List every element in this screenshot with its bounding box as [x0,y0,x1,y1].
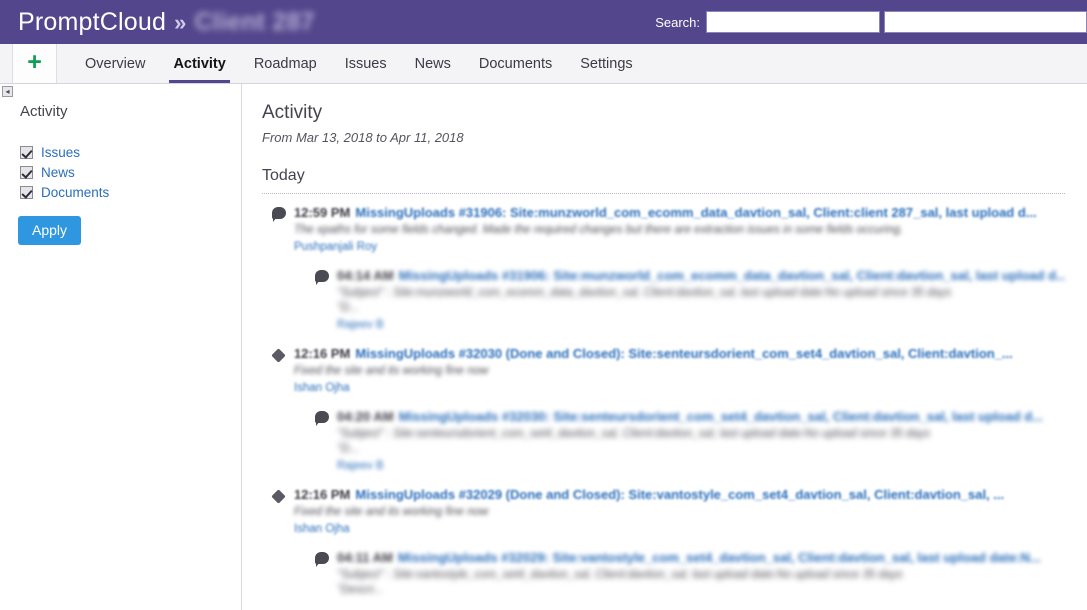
filter-label[interactable]: Documents [41,185,109,200]
entry-time: 12:59 PM [294,205,351,220]
filter-row: News [20,162,241,182]
tab-settings[interactable]: Settings [566,44,646,83]
entry-description: Fixed the site and its working fine now [294,365,489,377]
entry-description-continued: "D... [337,443,359,455]
date-range-label: From Mar 13, 2018 to Apr 11, 2018 [262,130,464,145]
comment-icon [315,552,329,567]
entry-header: 04:14 AM MissingUploads #31906: Site:munz… [337,267,1065,284]
entry-header: 12:16 PM MissingUploads #32030 (Done and … [294,345,1065,362]
entry-author-link[interactable]: Ishan Ojha [294,522,1065,537]
comment-icon [315,411,329,426]
issue-icon [271,348,286,363]
activity-entry: 04:14 AM MissingUploads #31906: Site:munz… [262,267,1065,333]
entry-header: 04:11 AM MissingUploads #32029: Site:vant… [337,549,1065,566]
entry-title-link[interactable]: MissingUploads #31906: Site:munzworld_co… [355,205,1036,220]
entry-time: 12:16 PM [294,346,351,361]
activity-entry: 12:16 PM MissingUploads #32030 (Done and … [262,345,1065,396]
top-header-bar: PromptCloud » Client 287 Search: [0,0,1087,44]
sidebar-title: Activity [20,103,68,120]
checkbox-documents[interactable] [20,185,33,199]
new-object-button[interactable]: + [12,44,57,83]
tab-activity[interactable]: Activity [159,44,239,83]
entry-header: 12:59 PM MissingUploads #31906: Site:munz… [294,204,1065,221]
entry-description: "Subject" : Site:vantostyle_com_set4_dav… [337,569,903,581]
plus-icon: + [27,48,42,76]
entry-author-link[interactable]: Pushpanjali Roy [294,240,1065,255]
activity-entry-list: 12:59 PM MissingUploads #31906: Site:munz… [262,204,1065,598]
entry-time: 04:11 AM [337,550,393,565]
secondary-search-input[interactable] [884,11,1087,33]
filter-row: Documents [20,182,241,202]
entry-title-link[interactable]: MissingUploads #32029: Site:vantostyle_c… [398,550,1041,565]
tab-label: Settings [580,55,633,72]
tab-overview[interactable]: Overview [71,44,159,83]
entry-description: The xpaths for some fields changed. Made… [294,224,904,236]
tab-documents[interactable]: Documents [465,44,566,83]
tab-label: Overview [85,55,146,72]
activity-entry: 04:20 AM MissingUploads #32030: Site:sent… [262,408,1065,474]
entry-description: Fixed the site and its working fine now [294,506,489,518]
entry-author-link[interactable]: Rajeev B [337,459,1065,474]
tab-label: Issues [344,55,387,72]
comment-icon [272,207,286,222]
tab-label: News [414,55,451,72]
activity-entry: 12:59 PM MissingUploads #31906: Site:munz… [262,204,1065,255]
tab-news[interactable]: News [401,44,465,83]
entry-title-link[interactable]: MissingUploads #32030 (Done and Closed):… [355,346,1012,361]
filter-label[interactable]: News [41,165,75,180]
header-search-area: Search: [655,0,1087,44]
tab-label: Documents [478,55,553,72]
entry-title-link[interactable]: MissingUploads #32030: Site:senteursdori… [399,409,1043,424]
entry-description-continued: "Descri... [337,584,384,596]
activity-entry: 12:16 PM MissingUploads #32029 (Done and … [262,486,1065,537]
page-title: Activity [262,102,323,123]
entry-time: 12:16 PM [294,487,351,502]
entry-author-link[interactable]: Rajeev B [337,318,1065,333]
comment-icon [315,270,329,285]
search-input[interactable] [706,11,880,33]
entry-author-link[interactable]: Ishan Ojha [294,381,1065,396]
entry-header: 04:20 AM MissingUploads #32030: Site:sent… [337,408,1065,425]
entry-description-continued: "D... [337,302,359,314]
tab-issues[interactable]: Issues [331,44,401,83]
tab-roadmap[interactable]: Roadmap [240,44,331,83]
breadcrumb-separator-icon: » [174,9,187,35]
apply-button[interactable]: Apply [18,216,82,245]
client-name: Client 287 [194,7,315,36]
entry-description: "Subject" : Site:senteursdorient_com_set… [337,428,931,440]
day-section-header: Today [262,167,1065,194]
search-label: Search: [655,14,700,30]
project-tab-bar: + Overview Activity Roadmap Issues News Docum… [0,44,1087,84]
issue-icon [271,489,286,504]
activity-filter-list: Issues News Documents [20,142,241,202]
tab-label: Roadmap [253,55,317,72]
entry-title-link[interactable]: MissingUploads #31906: Site:munzworld_co… [399,268,1065,283]
app-name: PromptCloud [18,7,167,36]
activity-entry: 04:11 AM MissingUploads #32029: Site:vant… [262,549,1065,598]
filter-label[interactable]: Issues [41,145,80,160]
entry-header: 12:16 PM MissingUploads #32029 (Done and … [294,486,1065,503]
sidebar: ◂ Activity Issues News Documents Apply [0,84,242,610]
checkbox-news[interactable] [20,165,33,179]
tab-list: Overview Activity Roadmap Issues News Documen… [71,44,647,83]
page-body: ◂ Activity Issues News Documents Apply Act… [0,84,1087,610]
tab-label: Activity [173,55,226,72]
collapse-left-icon[interactable]: ◂ [2,86,13,97]
app-title: PromptCloud » Client 287 [0,8,315,37]
entry-description: "Subject" : Site:munzworld_com_ecomm_dat… [337,287,952,299]
entry-title-link[interactable]: MissingUploads #32029 (Done and Closed):… [355,487,1004,502]
filter-row: Issues [20,142,241,162]
main-content: Activity From Mar 13, 2018 to Apr 11, 20… [242,84,1087,610]
entry-time: 04:14 AM [337,268,394,283]
checkbox-issues[interactable] [20,145,33,159]
entry-time: 04:20 AM [337,409,394,424]
